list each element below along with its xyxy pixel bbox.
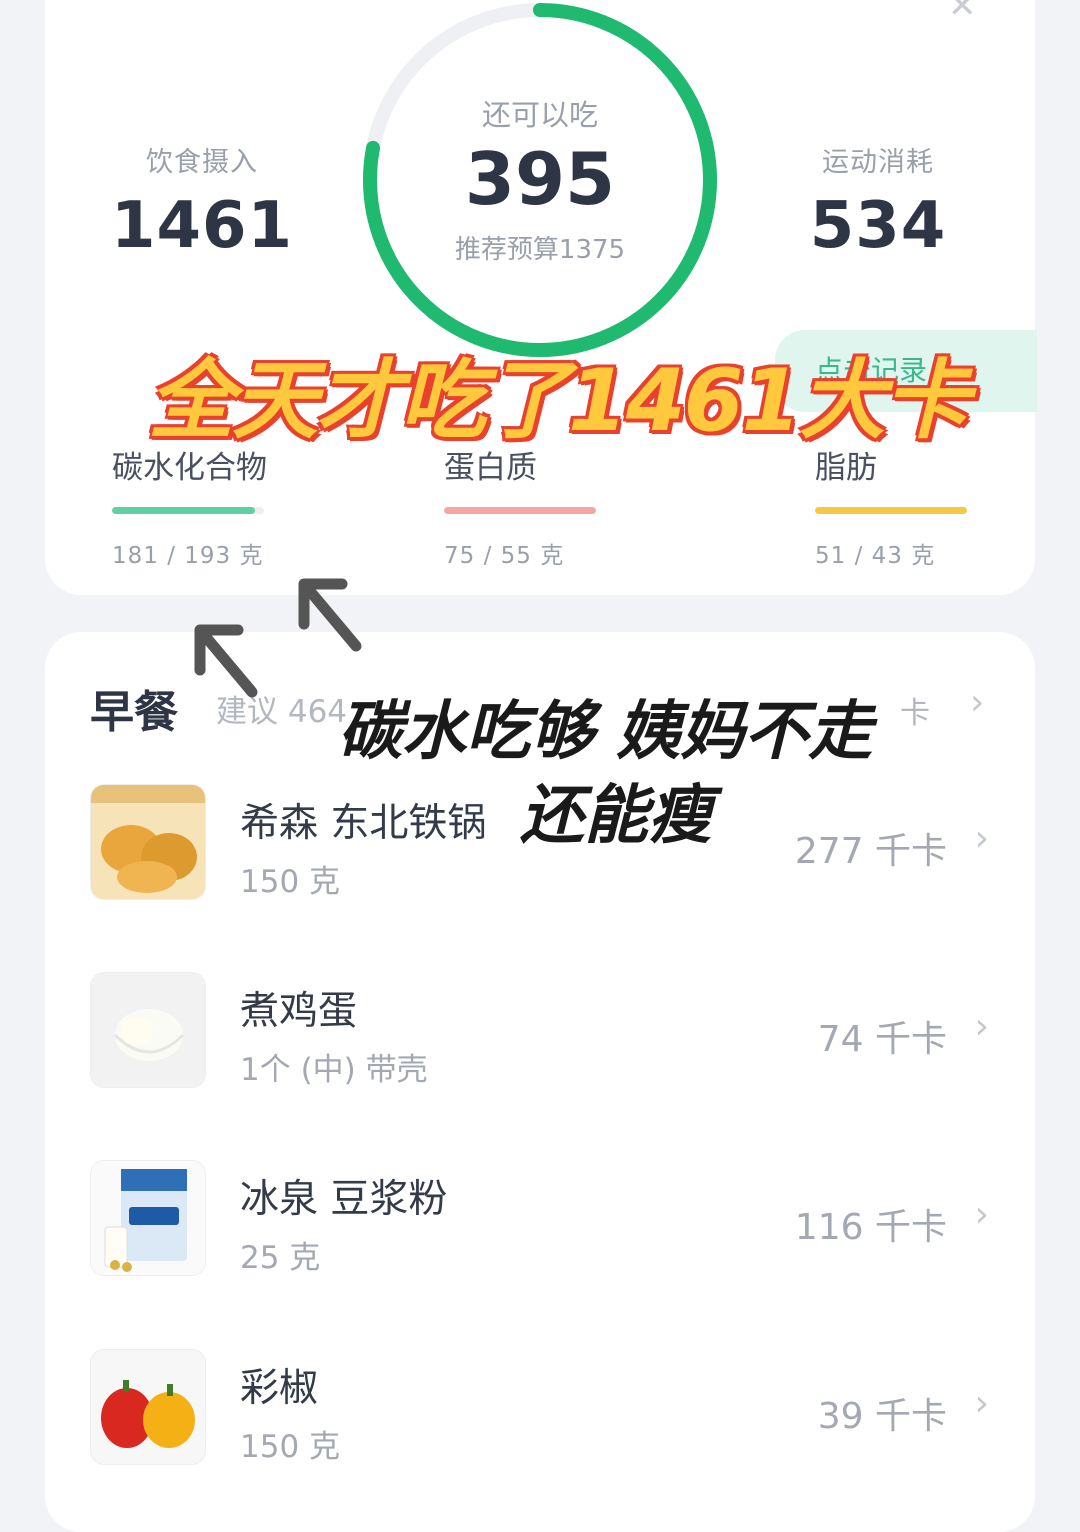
arrow-up-left-icon [298, 578, 362, 652]
food-calories: 116 千卡 [794, 1207, 947, 1248]
macro-carbs-fill [112, 507, 255, 514]
macro-fat-bar [815, 507, 967, 514]
remaining-calories: 还可以吃 395 推荐预算1375 [390, 92, 690, 266]
food-name: 希森 东北铁锅 [240, 801, 487, 846]
food-name: 冰泉 豆浆粉 [240, 1177, 448, 1222]
burn-label: 运动消耗 [822, 147, 934, 178]
breakfast-title: 早餐 [90, 687, 178, 738]
intake-value: 1461 [110, 189, 294, 263]
food-name: 煮鸡蛋 [240, 989, 358, 1034]
macro-carbs: 碳水化合物 181 / 193 克 [112, 442, 312, 570]
food-quantity: 25 克 [240, 1240, 321, 1276]
food-quantity: 150 克 [240, 1429, 341, 1465]
macro-fat: 脂肪 51 / 43 克 [815, 442, 1015, 570]
remaining-label: 还可以吃 [481, 98, 598, 132]
budget-text: 推荐预算1375 [454, 235, 626, 266]
bread-thumb-icon [90, 784, 206, 900]
breakfast-header[interactable]: 早餐 建议 464 [90, 676, 347, 740]
macro-protein: 蛋白质 75 / 55 克 [444, 442, 644, 570]
macro-protein-value: 75 / 55 克 [444, 543, 565, 569]
chevron-right-icon[interactable]: › [970, 682, 984, 723]
macro-fat-value: 51 / 43 克 [815, 543, 936, 569]
macro-protein-bar [444, 507, 596, 514]
burn-stat[interactable]: 运动消耗 534 [748, 140, 1008, 263]
food-name: 彩椒 [240, 1366, 319, 1411]
close-icon[interactable]: ✕ [948, 0, 977, 26]
overlay-headline: 全天才吃了1461大卡 [148, 351, 969, 451]
chevron-right-icon: › [974, 1383, 989, 1424]
egg-thumb-icon [90, 972, 206, 1088]
food-calories: 277 千卡 [794, 831, 947, 872]
macro-protein-fill [444, 507, 596, 514]
remaining-value: 395 [464, 137, 616, 221]
breakfast-total: 卡 [900, 696, 930, 731]
food-item[interactable]: 彩椒 150 克 39 千卡 › [90, 1349, 995, 1467]
soy-milk-thumb-icon [90, 1160, 206, 1276]
macro-carbs-value: 181 / 193 克 [112, 543, 264, 569]
intake-label: 饮食摄入 [146, 147, 258, 178]
macro-carbs-bar [112, 507, 264, 514]
burn-value: 534 [809, 189, 947, 263]
food-quantity: 150 克 [240, 864, 341, 900]
chevron-right-icon: › [974, 818, 989, 859]
food-item[interactable]: 冰泉 豆浆粉 25 克 116 千卡 › [90, 1160, 995, 1278]
food-item[interactable]: 煮鸡蛋 1个 (中) 带壳 74 千卡 › [90, 972, 995, 1090]
food-quantity: 1个 (中) 带壳 [240, 1052, 428, 1088]
chevron-right-icon: › [974, 1194, 989, 1235]
overlay-caption-line1: 碳水吃够 姨妈不走 [338, 695, 873, 769]
food-calories: 39 千卡 [817, 1396, 947, 1437]
arrow-up-left-icon [194, 624, 258, 698]
intake-stat[interactable]: 饮食摄入 1461 [72, 140, 332, 263]
chevron-right-icon: › [974, 1006, 989, 1047]
macro-fat-fill [815, 507, 967, 514]
overlay-caption-line2: 还能瘦 [520, 779, 712, 853]
pepper-thumb-icon [90, 1349, 206, 1465]
food-calories: 74 千卡 [817, 1019, 947, 1060]
